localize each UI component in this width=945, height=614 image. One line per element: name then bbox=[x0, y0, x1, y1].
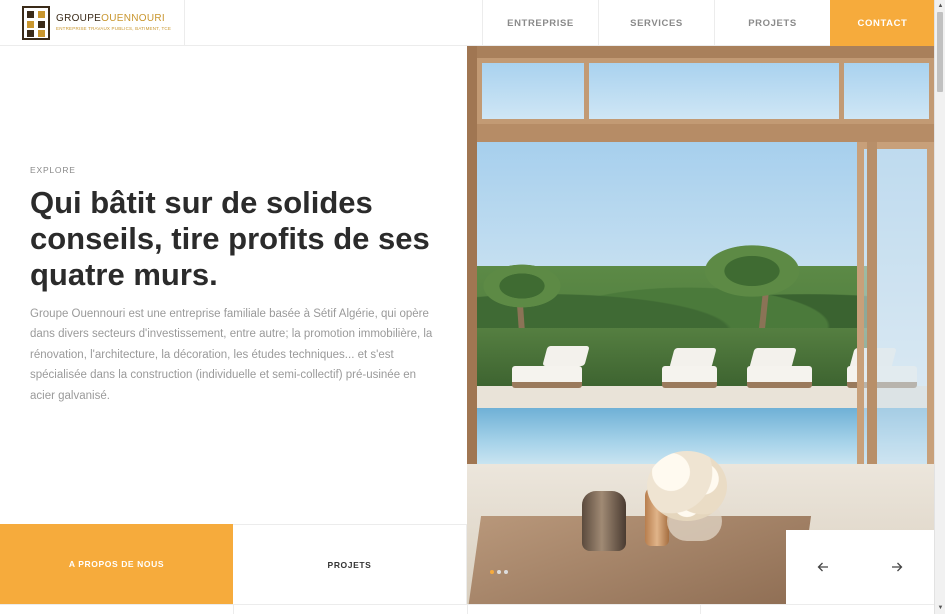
nav-item-projets[interactable]: PROJETS bbox=[714, 0, 830, 46]
projects-button[interactable]: PROJETS bbox=[233, 524, 467, 604]
nav-item-contact[interactable]: CONTACT bbox=[830, 0, 935, 46]
logo-text: GROUPEOUENNOURI ENTREPRISE TRAVAUX PUBLI… bbox=[56, 14, 171, 32]
next-section-edge bbox=[0, 604, 934, 614]
page-scrollbar[interactable]: ▲ ▼ bbox=[934, 0, 945, 614]
about-us-button[interactable]: A PROPOS DE NOUS bbox=[0, 524, 233, 604]
scroll-up-icon[interactable]: ▲ bbox=[936, 1, 945, 11]
scroll-down-icon[interactable]: ▼ bbox=[936, 603, 945, 613]
header-divider bbox=[184, 0, 185, 46]
logo-title: GROUPEOUENNOURI bbox=[56, 13, 165, 25]
site-header: GROUPEOUENNOURI ENTREPRISE TRAVAUX PUBLI… bbox=[0, 0, 935, 46]
hero-image bbox=[467, 46, 934, 604]
main-nav: ENTREPRISE SERVICES PROJETS CONTACT bbox=[482, 0, 935, 46]
hero-headline: Qui bâtit sur de solides conseils, tire … bbox=[30, 185, 430, 292]
hero-description: Groupe Ouennouri est une entreprise fami… bbox=[30, 308, 433, 402]
scroll-thumb[interactable] bbox=[937, 12, 943, 92]
logo[interactable]: GROUPEOUENNOURI ENTREPRISE TRAVAUX PUBLI… bbox=[22, 6, 171, 40]
arrow-right-icon bbox=[892, 562, 903, 572]
nav-item-entreprise[interactable]: ENTREPRISE bbox=[482, 0, 598, 46]
slider-next-button[interactable] bbox=[860, 530, 934, 604]
arrow-left-icon bbox=[817, 562, 828, 572]
slider-prev-button[interactable] bbox=[786, 530, 860, 604]
logo-icon bbox=[22, 6, 50, 40]
logo-subtitle: ENTREPRISE TRAVAUX PUBLICS, BATIMENT, TC… bbox=[56, 26, 172, 32]
slider-controls bbox=[786, 530, 934, 604]
slider-dot[interactable] bbox=[504, 570, 508, 574]
slider-dot[interactable] bbox=[490, 570, 494, 574]
hero-eyebrow: EXPLORE bbox=[30, 165, 76, 175]
slider-dot[interactable] bbox=[497, 570, 501, 574]
nav-item-services[interactable]: SERVICES bbox=[598, 0, 714, 46]
slider-dots bbox=[490, 570, 508, 574]
